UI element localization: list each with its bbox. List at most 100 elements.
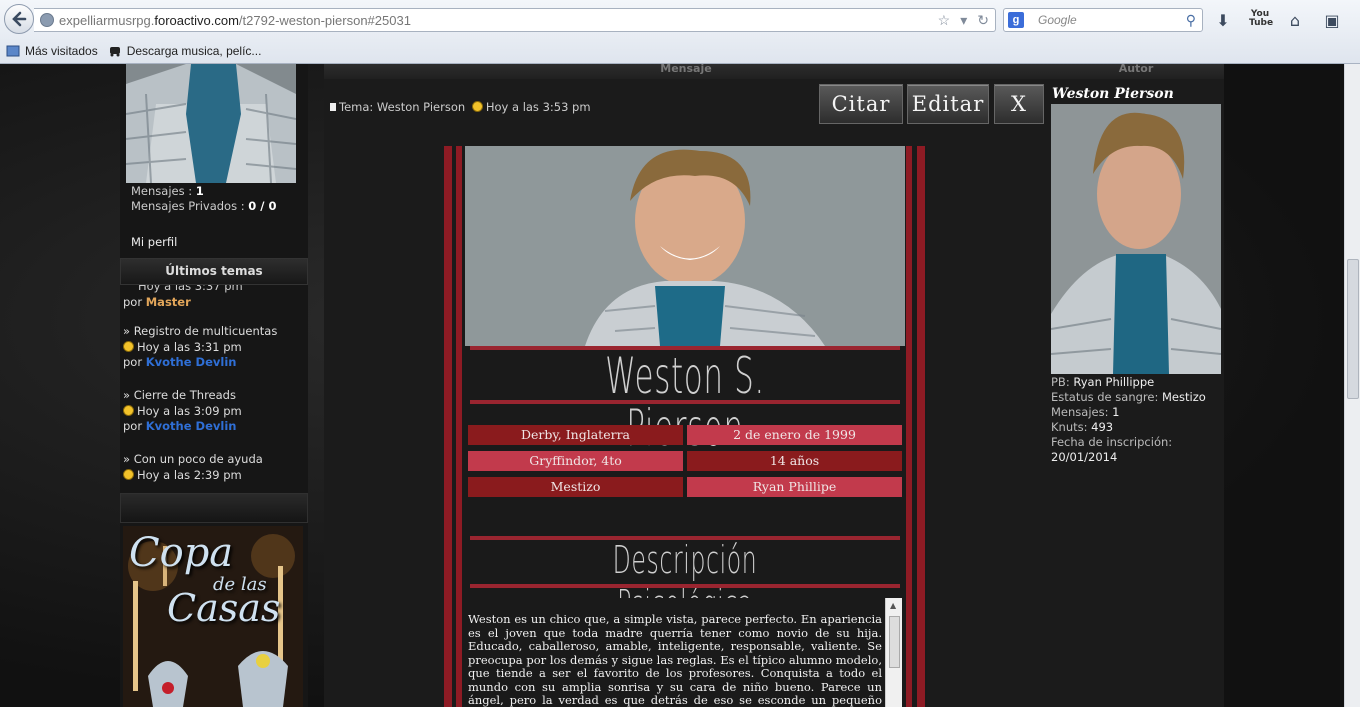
sheet-border-left (444, 146, 452, 707)
profile-link[interactable]: Mi perfil (131, 235, 177, 249)
info-faceclaim: Ryan Phillipe (687, 477, 902, 497)
post-column: Mensaje Tema: Weston Pierson Hoy a las 3… (324, 64, 1048, 707)
author-image (1051, 104, 1221, 374)
dropdown-arrow-icon[interactable]: ▾ (960, 12, 967, 29)
sidebar-section-header (120, 493, 308, 523)
topic-title[interactable]: Tema: Weston Pierson (339, 100, 465, 114)
sheet-border-left-inner (456, 146, 462, 707)
topic-time: Hoy a las 3:31 pm (123, 340, 277, 356)
post-meta: Tema: Weston Pierson Hoy a las 3:53 pm (330, 100, 591, 114)
topic-time: Hoy a las 3:37 pm (138, 285, 243, 293)
most-visited-icon (6, 45, 20, 57)
message-column-header: Mensaje (324, 64, 1048, 79)
character-image (465, 146, 905, 346)
page-scrollbar[interactable] (1344, 64, 1360, 707)
house-cup-banner[interactable]: Copa de las Casas (123, 526, 303, 707)
topic-author-line: por Kvothe Devlin (123, 419, 237, 433)
home-icon[interactable]: ⌂ (1284, 10, 1306, 32)
author-stat: PB: Ryan Phillippe (1051, 375, 1155, 389)
edit-button[interactable]: Editar (907, 84, 989, 124)
list-item: Hoy a las 3:37 pm por Master (123, 285, 243, 310)
latest-topics-heading: Últimos temas (120, 258, 308, 285)
info-birthdate: 2 de enero de 1999 (687, 425, 902, 445)
bookmark-music[interactable]: Descarga musica, pelíc... (108, 44, 262, 58)
back-button[interactable] (4, 4, 34, 34)
banner-word: Casas (167, 586, 281, 630)
author-stat: Mensajes: 1 (1051, 405, 1120, 419)
reload-icon[interactable]: ↻ (977, 12, 989, 29)
topic-link[interactable]: » Cierre de Threads (123, 388, 242, 404)
url-path: /t2792-weston-pierson#25031 (238, 12, 411, 28)
divider (470, 584, 900, 588)
youtube-button[interactable]: You Tube (1249, 10, 1273, 32)
search-bar[interactable]: g Google ⚲ (1003, 8, 1203, 32)
url-text[interactable]: expelliarmusrpg.foroactivo.com/t2792-wes… (59, 13, 411, 28)
sidebar: Mensajes : 1 Mensajes Privados : 0 / 0 M… (120, 64, 308, 707)
character-photo (465, 146, 905, 346)
bookmark-label: Más visitados (25, 44, 98, 58)
browser-toolbar: expelliarmusrpg.foroactivo.com/t2792-wes… (0, 0, 1360, 64)
menu-icon[interactable]: ▣ (1321, 10, 1343, 32)
clock-icon (123, 468, 134, 480)
forum-page: Mensajes : 1 Mensajes Privados : 0 / 0 M… (0, 64, 1344, 707)
author-column-header: Autor (1048, 64, 1224, 79)
description-scrollbar[interactable]: ▲ (885, 598, 902, 707)
post-time: Hoy a las 3:53 pm (485, 100, 591, 114)
list-item: » Cierre de Threads Hoy a las 3:09 pm po… (123, 388, 242, 435)
bookmarks-toolbar: Más visitados Descarga musica, pelíc... (0, 40, 265, 62)
back-arrow-icon (12, 11, 27, 27)
messages-value: 1 (195, 184, 204, 198)
description-box[interactable]: Weston es un chico que, a simple vista, … (468, 598, 902, 707)
author-column: Autor Weston Pierson PB: Ryan Phillippe … (1048, 64, 1224, 707)
clock-icon (123, 404, 134, 416)
user-link[interactable]: Kvothe Devlin (146, 355, 237, 369)
info-age: 14 años (687, 451, 902, 471)
car-icon (109, 47, 120, 57)
author-stat: Knuts: 493 (1051, 420, 1114, 434)
download-icon[interactable]: ⬇ (1212, 10, 1234, 32)
globe-icon (40, 13, 54, 27)
clock-icon (471, 101, 483, 112)
author-stat: Estatus de sangre: Mestizo (1051, 390, 1206, 404)
google-icon[interactable]: g (1008, 12, 1024, 28)
scroll-up-icon[interactable]: ▲ (890, 601, 896, 610)
search-placeholder: Google (1038, 13, 1077, 27)
list-item: » Con un poco de ayuda Hoy a las 2:39 pm (123, 452, 263, 483)
info-blood: Mestizo (468, 477, 683, 497)
bookmark-most-visited[interactable]: Más visitados (6, 44, 98, 58)
url-domain: foroactivo.com (154, 12, 239, 28)
scroll-thumb[interactable] (889, 616, 900, 668)
sheet-border-right (917, 146, 925, 707)
private-messages-count[interactable]: Mensajes Privados : 0 / 0 (131, 199, 276, 213)
character-sheet: Weston S. Pierson Derby, Inglaterra 2 de… (444, 146, 927, 707)
private-value: 0 / 0 (248, 199, 277, 213)
topic-link[interactable]: » Registro de multicuentas (123, 324, 277, 340)
search-icon[interactable]: ⚲ (1186, 12, 1196, 29)
quote-button[interactable]: Citar (819, 84, 903, 124)
user-avatar[interactable] (126, 64, 296, 183)
address-bar[interactable]: expelliarmusrpg.foroactivo.com/t2792-wes… (34, 8, 996, 32)
author-stat: 20/01/2014 (1051, 450, 1118, 464)
banner-word: Copa (129, 530, 234, 576)
topic-author-line: por Kvothe Devlin (123, 355, 237, 369)
topic-time: Hoy a las 2:39 pm (123, 468, 263, 484)
url-prefix: expelliarmusrpg. (59, 12, 155, 28)
info-house: Gryffindor, 4to (468, 451, 683, 471)
list-item: » Registro de multicuentas Hoy a las 3:3… (123, 324, 277, 371)
user-link[interactable]: Kvothe Devlin (146, 419, 237, 433)
user-link[interactable]: Master (146, 295, 191, 309)
messages-count: Mensajes : 1 (131, 184, 204, 198)
author-name[interactable]: Weston Pierson (1052, 86, 1174, 102)
bookmark-label: Descarga musica, pelíc... (126, 44, 262, 58)
description-text: Weston es un chico que, a simple vista, … (468, 612, 882, 707)
latest-topics-list: Hoy a las 3:37 pm por Master » Registro … (120, 285, 308, 493)
document-icon (330, 103, 336, 111)
topic-time: Hoy a las 3:09 pm (123, 404, 242, 420)
avatar-image (126, 64, 296, 183)
topic-author-line: por Master (123, 294, 191, 309)
topic-link[interactable]: » Con un poco de ayuda (123, 452, 263, 468)
page-scroll-thumb[interactable] (1347, 259, 1359, 399)
author-stat: Fecha de inscripción: (1051, 435, 1173, 449)
star-bookmark-icon[interactable]: ☆ (938, 12, 951, 29)
delete-button[interactable]: X (994, 84, 1044, 124)
